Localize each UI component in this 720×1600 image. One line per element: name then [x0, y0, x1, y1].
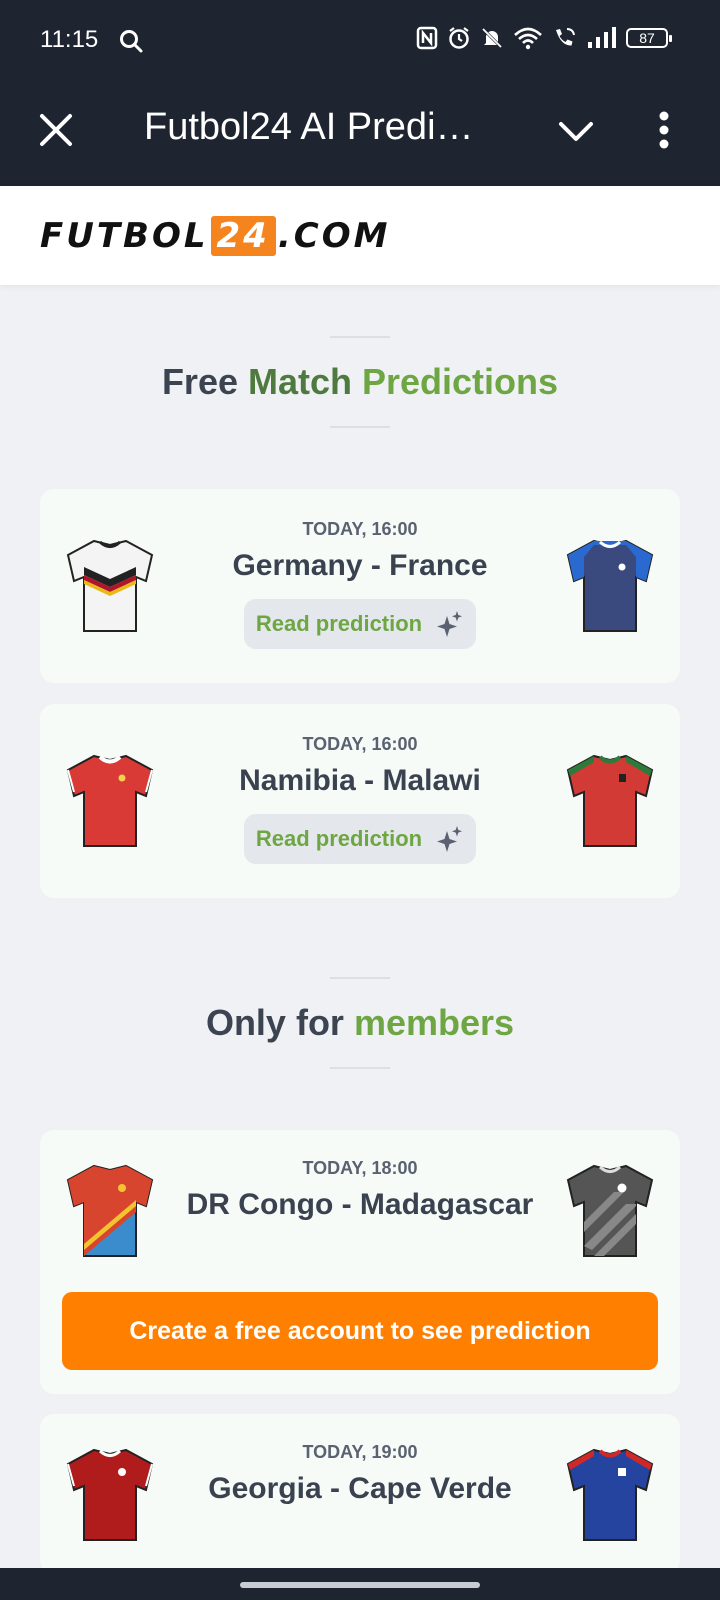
free-predictions-heading: Free Match Predictions: [0, 336, 720, 428]
mute-icon: [481, 27, 503, 49]
sparkle-icon: [437, 611, 463, 637]
status-icons: 87: [416, 26, 672, 50]
section-title-part: members: [353, 1002, 515, 1043]
close-icon[interactable]: [36, 110, 76, 150]
section-title-part: Match: [247, 361, 362, 402]
futbol24-logo[interactable]: FUTBOL 24 .COM: [40, 216, 390, 256]
cape-verde-shirt-icon: [566, 1448, 654, 1541]
read-prediction-label: Read prediction: [255, 826, 423, 851]
section-title-part: Only for: [205, 1002, 354, 1043]
section-title-part: Free: [161, 361, 248, 402]
signal-icon: [588, 27, 616, 48]
wifi-calling-icon: [556, 28, 575, 46]
members-heading: Only for members: [0, 977, 720, 1069]
create-account-button[interactable]: Create a free account to see prediction: [62, 1292, 658, 1370]
sparkle-icon: [437, 826, 463, 852]
divider: [330, 336, 390, 338]
wifi-icon: [514, 27, 542, 50]
app-bar-title: Futbol24 AI Predi…: [144, 106, 474, 148]
site-header: FUTBOL 24 .COM: [0, 186, 720, 285]
search-icon: [120, 30, 143, 53]
status-time: 11:15: [40, 26, 99, 53]
system-nav-bar: [0, 1568, 720, 1600]
nfc-icon: [416, 26, 438, 50]
section-title-part: Predictions: [362, 361, 559, 402]
france-shirt-icon: [566, 539, 654, 632]
match-card[interactable]: TODAY, 19:00 Georgia - Cape Verde: [40, 1414, 680, 1574]
section-title: Only for members: [0, 999, 720, 1047]
alarm-icon: [449, 27, 469, 49]
divider: [330, 977, 390, 979]
read-prediction-label: Read prediction: [255, 611, 423, 636]
match-card[interactable]: TODAY, 16:00 Namibia - Malawi Read predi…: [40, 704, 680, 898]
divider: [330, 426, 390, 428]
more-vert-icon[interactable]: [656, 108, 672, 152]
chevron-down-icon[interactable]: [556, 112, 596, 152]
logo-text-right: .COM: [277, 216, 391, 256]
read-prediction-button[interactable]: Read prediction: [244, 814, 476, 864]
madagascar-shirt-icon: [566, 1164, 654, 1257]
logo-text-number: 24: [210, 216, 276, 256]
battery-icon: 87: [626, 28, 672, 48]
gesture-handle[interactable]: [240, 1582, 480, 1588]
divider: [330, 1067, 390, 1069]
app-bar: Futbol24 AI Predi…: [0, 82, 720, 186]
malawi-shirt-icon: [566, 754, 654, 847]
read-prediction-button[interactable]: Read prediction: [244, 599, 476, 649]
status-bar: 11:15 87: [0, 0, 720, 82]
logo-text-left: FUTBOL: [40, 216, 209, 256]
section-title: Free Match Predictions: [0, 358, 720, 406]
match-card[interactable]: TODAY, 16:00 Germany - France Read predi…: [40, 489, 680, 683]
match-card[interactable]: TODAY, 18:00 DR Congo - Madagascar Creat…: [40, 1130, 680, 1394]
